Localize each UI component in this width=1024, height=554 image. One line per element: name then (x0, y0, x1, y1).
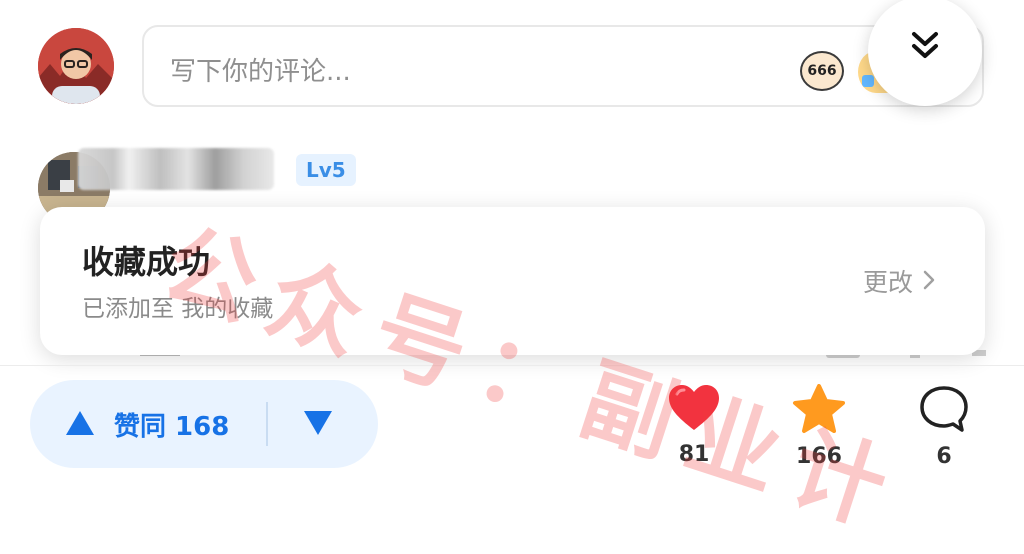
upvote-label: 赞同 168 (114, 412, 230, 442)
toast-change-link[interactable]: 更改 (862, 263, 935, 297)
toast-subtitle: 已添加至 我的收藏 (82, 296, 274, 322)
vote-pill: 赞同 168 (30, 380, 378, 468)
like-button[interactable]: 81 (664, 384, 724, 467)
triangle-down-icon (304, 411, 332, 435)
favorite-success-toast: 收藏成功 已添加至 我的收藏 更改 (40, 207, 985, 355)
comment-count-button[interactable]: 6 (914, 384, 974, 469)
downvote-button[interactable] (280, 380, 360, 468)
comment-bubble-icon (920, 386, 968, 432)
bottom-divider (0, 365, 1024, 366)
heart-icon (669, 385, 719, 430)
user-avatar[interactable] (38, 28, 114, 104)
upvote-button[interactable]: 赞同 168 (50, 380, 260, 468)
favorite-button[interactable]: 166 (789, 384, 849, 469)
comment-count: 6 (936, 444, 952, 469)
emoji-666-icon[interactable]: 666 (800, 51, 844, 91)
chevron-right-icon (923, 270, 935, 290)
triangle-up-icon (66, 411, 94, 435)
toast-title: 收藏成功 (82, 243, 211, 281)
comment-placeholder: 写下你的评论... (170, 57, 351, 87)
star-icon (793, 384, 845, 433)
comment-input[interactable]: 写下你的评论... 666 (142, 25, 984, 107)
level-badge: Lv5 (296, 154, 356, 186)
favorite-count: 166 (796, 444, 842, 469)
double-chevron-down-icon (912, 32, 938, 58)
collapse-button[interactable] (868, 0, 982, 106)
emoji-sticker-chip (862, 75, 874, 87)
like-count: 81 (678, 442, 710, 467)
vote-separator (266, 402, 268, 446)
commenter-name-blurred (78, 148, 274, 190)
toast-change-label: 更改 (862, 268, 913, 297)
